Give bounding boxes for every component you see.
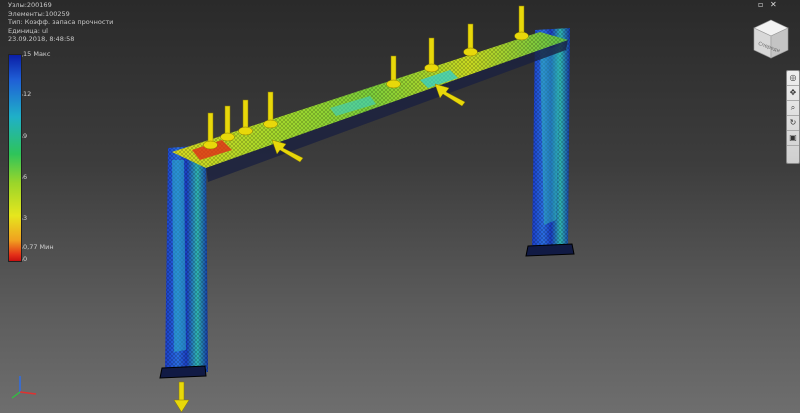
color-legend-bar: [8, 54, 22, 262]
top-beam: [172, 32, 568, 182]
window-controls: ▫ ✕: [758, 0, 779, 9]
steering-wheel-icon[interactable]: ◎: [787, 71, 799, 86]
legend-max-label: 15 Макс: [23, 50, 51, 58]
left-column: [159, 145, 208, 379]
legend-tick-12: 12: [23, 90, 32, 98]
navigation-bar: ◎ ✥ ⌕ ↻ ▣: [786, 70, 800, 164]
restore-button[interactable]: ▫: [758, 0, 765, 9]
analysis-info: Узлы:200169 Элементы:100259 Тип: Коэфф. …: [8, 1, 113, 44]
pan-icon[interactable]: ✥: [787, 86, 799, 101]
nodes-count: Узлы:200169: [8, 1, 52, 9]
result-datetime: 23.09.2018, 8:48:58: [8, 35, 75, 44]
legend-min-label: 0,77 Мин: [23, 243, 54, 251]
result-type: Тип: Коэфф. запаса прочности: [8, 18, 114, 27]
legend-tick-3: 3: [23, 214, 28, 222]
zoom-icon[interactable]: ⌕: [787, 101, 799, 116]
axis-triad-icon: [11, 376, 37, 399]
elements-count: Элементы:100259: [8, 9, 70, 18]
look-at-icon[interactable]: ▣: [787, 131, 799, 146]
legend-tick-0: 0: [23, 255, 28, 263]
viewcube[interactable]: Спереди: [752, 18, 790, 62]
legend-tick-9: 9: [23, 132, 28, 140]
legend-tick-6: 6: [23, 173, 28, 181]
result-units: Единица: ul: [8, 26, 48, 35]
close-button[interactable]: ✕: [770, 0, 779, 9]
orbit-icon[interactable]: ↻: [787, 116, 799, 131]
model-viewport[interactable]: [0, 0, 800, 413]
right-column: [525, 28, 575, 257]
